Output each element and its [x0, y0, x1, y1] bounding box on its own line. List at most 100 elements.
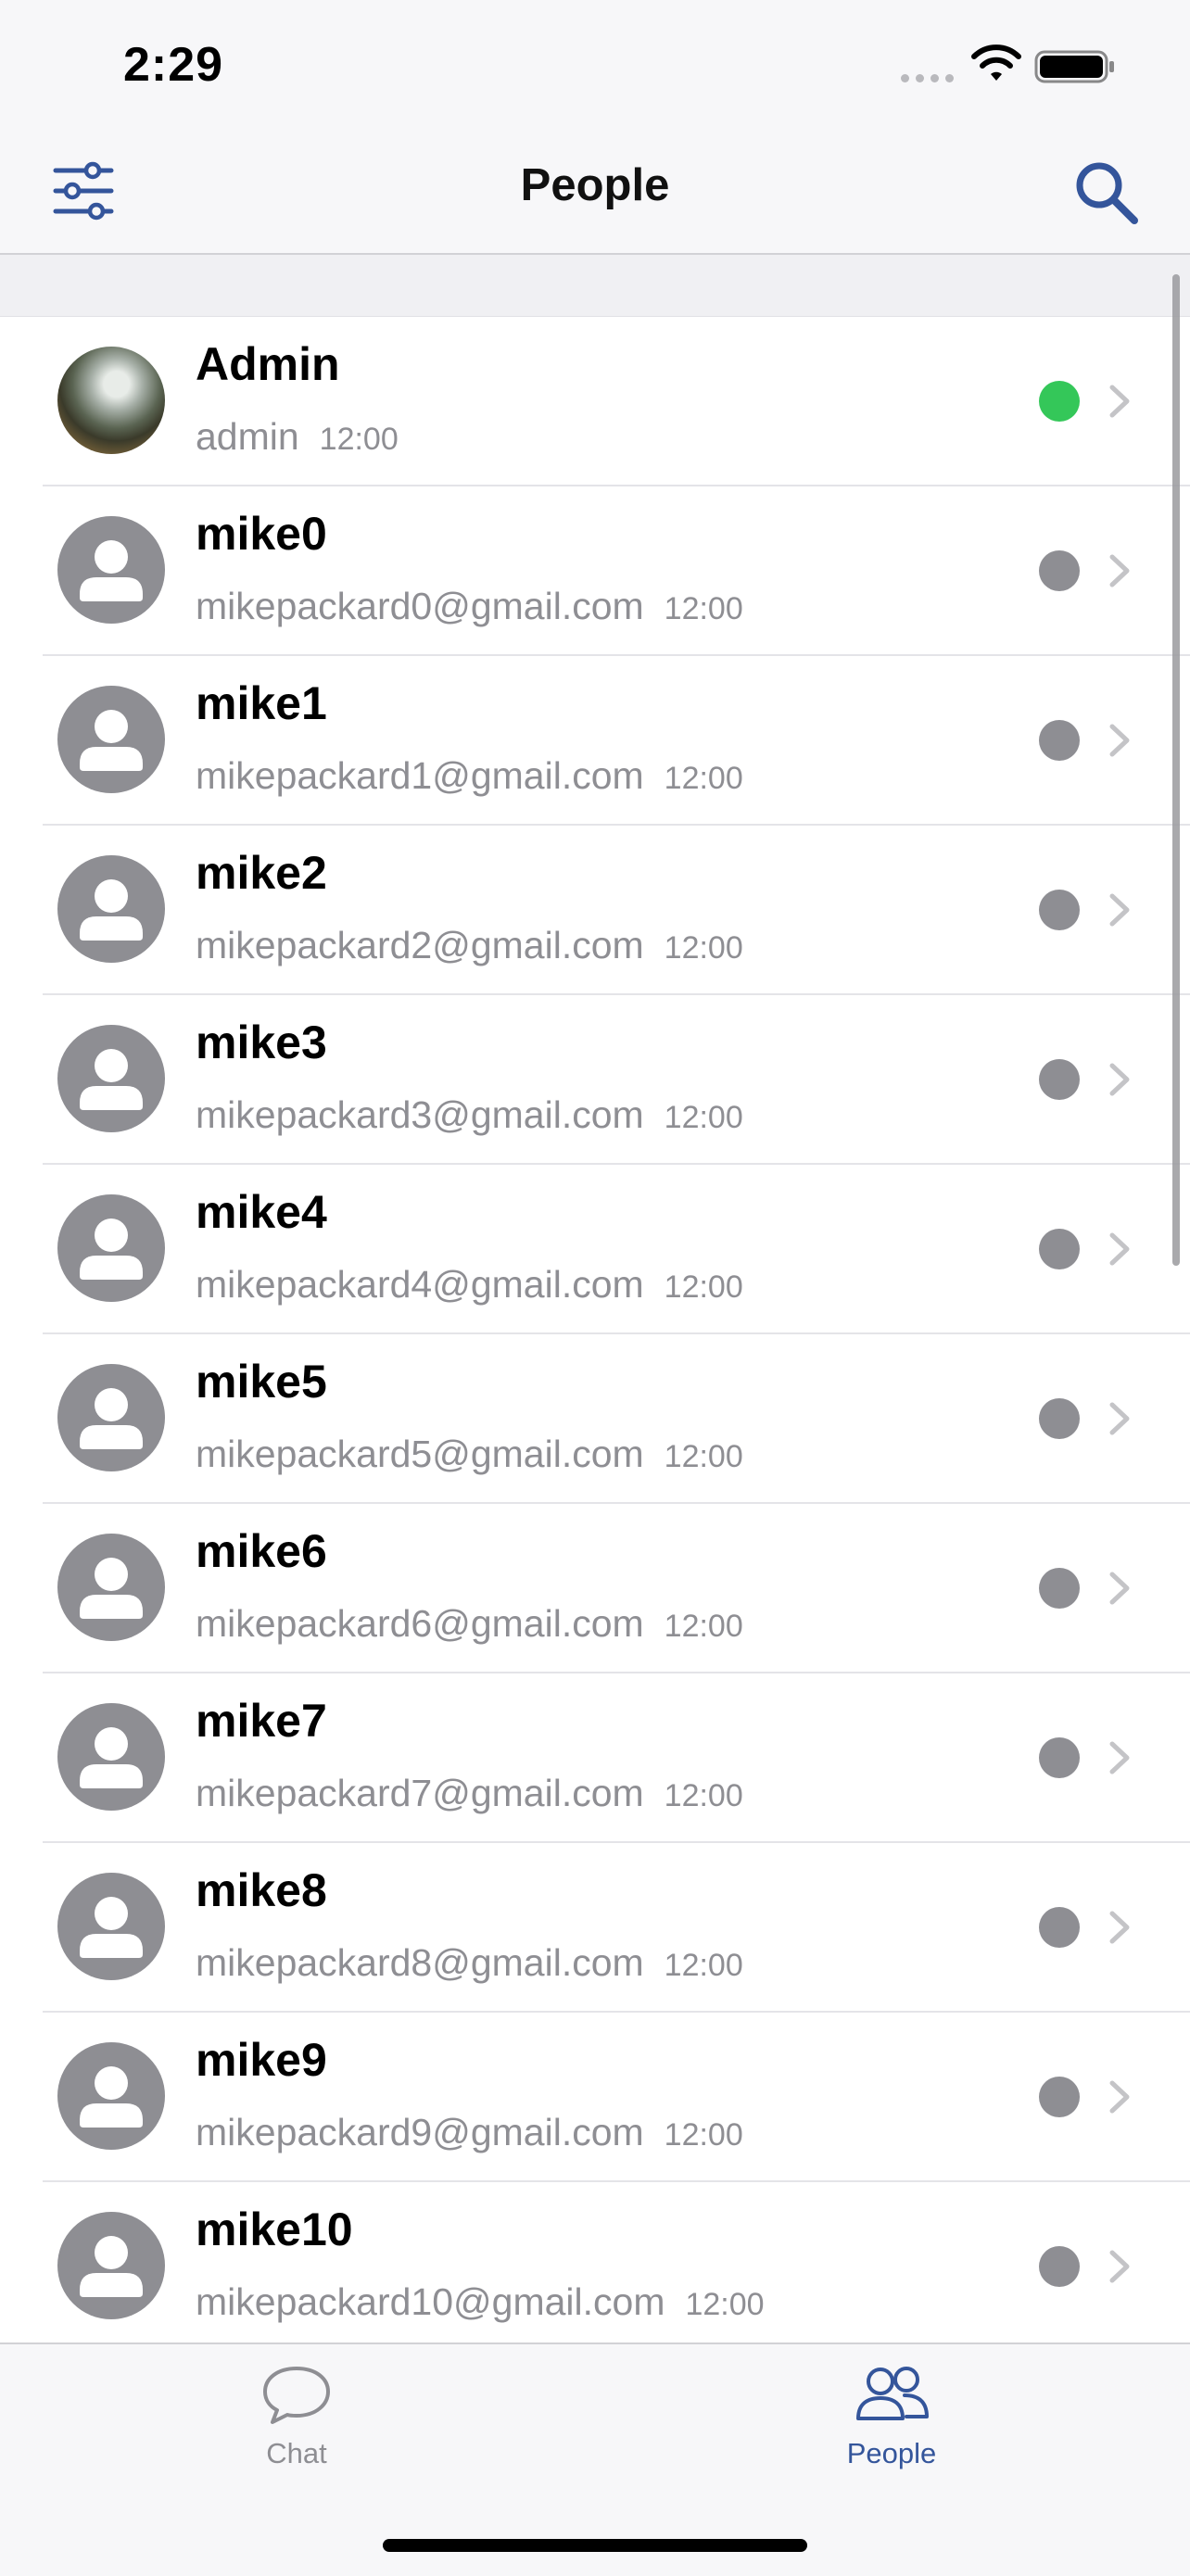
person-name: mike2 [196, 847, 327, 899]
chat-bubble-icon [263, 2367, 330, 2424]
online-status-dot [1039, 381, 1080, 422]
default-avatar-icon [57, 686, 165, 793]
chevron-right-icon [1109, 2080, 1130, 2114]
person-row[interactable]: mike9 mikepackard9@gmail.com 12:00 [43, 2013, 1190, 2182]
person-row[interactable]: mike6 mikepackard6@gmail.com 12:00 [43, 1504, 1190, 1673]
person-name: mike4 [196, 1186, 327, 1238]
tab-people[interactable]: People [753, 2363, 1031, 2470]
offline-status-dot [1039, 890, 1080, 930]
default-avatar-icon [57, 516, 165, 624]
person-row[interactable]: mike3 mikepackard3@gmail.com 12:00 [43, 995, 1190, 1165]
person-name: Admin [196, 338, 340, 390]
person-time: 12:00 [319, 422, 399, 457]
home-indicator [383, 2539, 807, 2552]
tab-chat[interactable]: Chat [158, 2363, 436, 2470]
offline-status-dot [1039, 1568, 1080, 1609]
status-bar: 2:29 [0, 0, 1190, 130]
person-row[interactable]: mike1 mikepackard1@gmail.com 12:00 [43, 656, 1190, 826]
offline-status-dot [1039, 720, 1080, 761]
chevron-right-icon [1109, 1572, 1130, 1605]
chevron-right-icon [1109, 1232, 1130, 1266]
person-name: mike10 [196, 2203, 353, 2255]
person-row[interactable]: mike8 mikepackard8@gmail.com 12:00 [43, 1843, 1190, 2013]
person-email: mikepackard2@gmail.com [196, 924, 644, 966]
offline-status-dot [1039, 1737, 1080, 1778]
person-row[interactable]: mike5 mikepackard5@gmail.com 12:00 [43, 1334, 1190, 1504]
section-header [0, 255, 1190, 317]
search-icon[interactable] [1073, 159, 1140, 226]
person-email: mikepackard1@gmail.com [196, 754, 644, 797]
person-name: mike9 [196, 2034, 327, 2086]
navigation-bar: People [0, 130, 1190, 255]
offline-status-dot [1039, 1907, 1080, 1948]
offline-status-dot [1039, 1229, 1080, 1269]
offline-status-dot [1039, 2077, 1080, 2117]
default-avatar-icon [57, 2212, 165, 2319]
offline-status-dot [1039, 1398, 1080, 1439]
cellular-signal-icon [901, 74, 954, 82]
person-time: 12:00 [685, 2287, 765, 2322]
default-avatar-icon [57, 1873, 165, 1980]
person-row[interactable]: Admin admin 12:00 [43, 317, 1190, 486]
person-name: mike8 [196, 1864, 327, 1916]
person-time: 12:00 [664, 591, 743, 626]
person-email: mikepackard0@gmail.com [196, 585, 644, 627]
person-email: mikepackard10@gmail.com [196, 2280, 665, 2323]
person-row[interactable]: mike4 mikepackard4@gmail.com 12:00 [43, 1165, 1190, 1334]
person-name: mike0 [196, 508, 327, 560]
chevron-right-icon [1109, 1741, 1130, 1774]
person-email: mikepackard5@gmail.com [196, 1433, 644, 1475]
person-row[interactable]: mike10 mikepackard10@gmail.com 12:00 [43, 2182, 1190, 2342]
person-time: 12:00 [664, 1439, 743, 1474]
chevron-right-icon [1109, 2250, 1130, 2283]
person-email: mikepackard6@gmail.com [196, 1602, 644, 1645]
person-name: mike3 [196, 1017, 327, 1068]
person-email: mikepackard7@gmail.com [196, 1772, 644, 1814]
battery-icon [1034, 50, 1114, 83]
default-avatar-icon [57, 2042, 165, 2150]
default-avatar-icon [57, 1364, 165, 1471]
chevron-right-icon [1109, 554, 1130, 587]
offline-status-dot [1039, 2246, 1080, 2287]
person-time: 12:00 [664, 930, 743, 966]
person-name: mike5 [196, 1356, 327, 1408]
person-row[interactable]: mike7 mikepackard7@gmail.com 12:00 [43, 1673, 1190, 1843]
person-time: 12:00 [664, 1778, 743, 1813]
tab-chat-label: Chat [266, 2437, 327, 2469]
chevron-right-icon [1109, 1402, 1130, 1435]
wifi-icon [971, 44, 1021, 81]
avatar-photo [57, 347, 165, 454]
person-time: 12:00 [664, 2117, 743, 2153]
person-name: mike7 [196, 1695, 327, 1747]
page-title: People [520, 160, 670, 210]
chevron-right-icon [1109, 893, 1130, 927]
person-time: 12:00 [664, 761, 743, 796]
offline-status-dot [1039, 1059, 1080, 1100]
person-time: 12:00 [664, 1948, 743, 1983]
person-email: mikepackard8@gmail.com [196, 1941, 644, 1984]
chevron-right-icon [1109, 385, 1130, 418]
people-list: Admin admin 12:00 mike0 mikepackard0@gmai… [0, 317, 1190, 2342]
default-avatar-icon [57, 1025, 165, 1132]
default-avatar-icon [57, 1703, 165, 1811]
person-time: 12:00 [664, 1609, 743, 1644]
status-time: 2:29 [123, 38, 224, 92]
person-name: mike6 [196, 1525, 327, 1577]
person-time: 12:00 [664, 1100, 743, 1135]
person-row[interactable]: mike2 mikepackard2@gmail.com 12:00 [43, 826, 1190, 995]
default-avatar-icon [57, 1194, 165, 1302]
offline-status-dot [1039, 550, 1080, 591]
chevron-right-icon [1109, 1911, 1130, 1944]
person-row[interactable]: mike0 mikepackard0@gmail.com 12:00 [43, 486, 1190, 656]
vertical-scrollbar[interactable] [1172, 274, 1180, 1266]
person-name: mike1 [196, 677, 327, 729]
person-email: mikepackard9@gmail.com [196, 2111, 644, 2153]
default-avatar-icon [57, 1534, 165, 1641]
tab-people-label: People [846, 2437, 937, 2469]
person-username: admin [196, 415, 299, 458]
person-email: mikepackard3@gmail.com [196, 1093, 644, 1136]
people-icon [856, 2367, 929, 2420]
chevron-right-icon [1109, 724, 1130, 757]
person-email: mikepackard4@gmail.com [196, 1263, 644, 1306]
default-avatar-icon [57, 855, 165, 963]
